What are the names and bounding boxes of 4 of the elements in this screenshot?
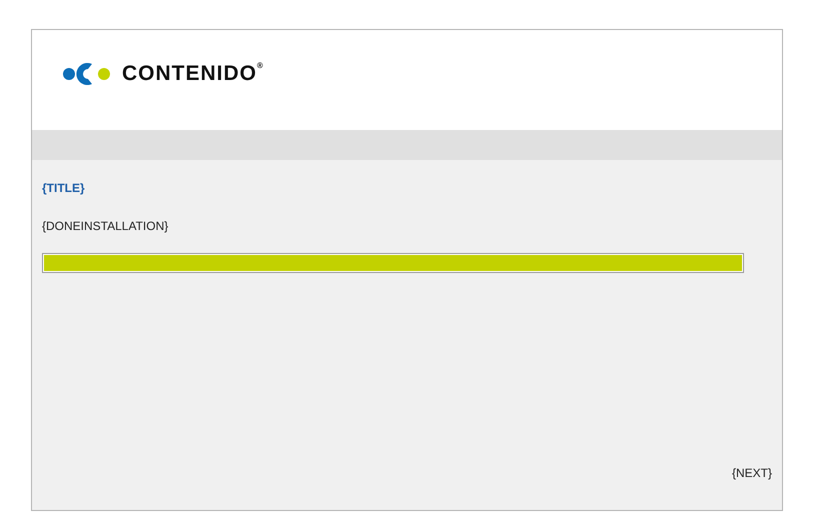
next-link[interactable]: {NEXT}: [732, 464, 772, 482]
status-message: {DONEINSTALLATION}: [42, 218, 170, 235]
page-title: {TITLE}: [42, 180, 86, 197]
logo-text: CONTENIDO®: [122, 60, 264, 88]
